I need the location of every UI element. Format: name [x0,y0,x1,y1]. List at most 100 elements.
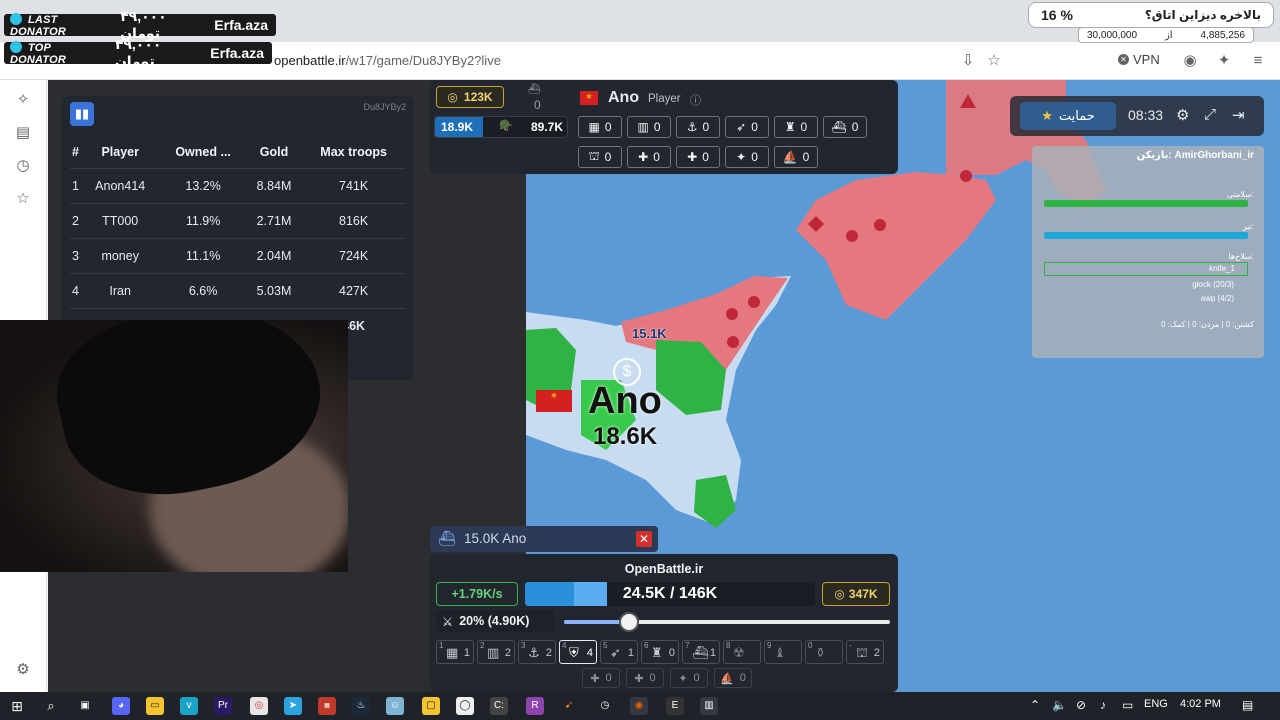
app-fish-icon[interactable]: ➹ [560,697,578,715]
app-circle-icon[interactable]: ◯ [456,697,474,715]
app-box-icon[interactable]: ▥ [700,697,718,715]
network-icon[interactable]: ▭ [1122,698,1133,712]
count: 0 [693,672,700,684]
settings-gear-icon[interactable]: ⚙ [13,660,33,680]
atom-bomb-button[interactable]: ✚ 0 [582,668,620,688]
boat-icon: ⛴ [528,84,541,95]
col-owned[interactable]: Owned ... [160,136,247,168]
search-icon[interactable]: ⌕ [42,697,60,715]
build-fort-button[interactable]: - ⛫ 2 [846,640,884,664]
port-count: ⚓ 0 [676,116,720,138]
col-gold[interactable]: Gold [247,136,302,168]
col-max-troops[interactable]: Max troops [301,136,406,168]
attack-amount: 15.0K [464,531,500,546]
tray-chevron-icon[interactable]: ⌃ [1030,698,1040,712]
epic-games-icon[interactable]: E [666,697,684,715]
volume-icon[interactable]: 🔈 [1052,698,1067,712]
city-marker [960,170,972,182]
attack-ratio-slider[interactable] [564,612,890,632]
bar-chart-icon[interactable]: ▮▮ [70,102,94,126]
build-nuke-button[interactable]: 8 ☢ [723,640,761,664]
build-silo-button[interactable]: 0 ⚱ [805,640,843,664]
extensions-icon[interactable]: ✦ [1214,51,1234,71]
install-icon[interactable]: ⇩ [958,51,978,71]
kill-stats: کشتن: 0 | مردن: 0 | کمک: 0 [1161,320,1254,329]
coin-icon: ◎ [834,587,845,601]
attack-text: 15.0K Ano [464,531,526,546]
app-v-icon[interactable]: v [180,697,198,715]
atom-bomb-count: ✚ 0 [627,146,671,168]
slider-knob[interactable] [619,612,640,632]
task-view-icon[interactable]: ▣ [76,697,94,715]
build-factory-button[interactable]: 2 ▥ 2 [477,640,515,664]
info-icon[interactable]: ⓘ [690,92,701,108]
control-panel: OpenBattle.ir +1.79K/s 24.5K / 146K ◎ 347… [430,554,898,692]
hydrogen-bomb-button[interactable]: ✚ 0 [626,668,664,688]
settings-gear-icon[interactable]: ⚙ [1176,106,1189,124]
goal-of: از [1164,29,1173,41]
table-row[interactable]: 1 Anon414 13.2% 8.84M 741K [70,167,406,203]
build-missile-button[interactable]: 5 ➶ 1 [600,640,638,664]
build-defense-button[interactable]: 4 ⛨ 4 [559,640,597,664]
premiere-icon[interactable]: Pr [214,697,232,715]
table-row[interactable]: 4 Iran 6.6% 5.03M 427K [70,272,406,308]
build-sam-button[interactable]: 6 ♜ 0 [641,640,679,664]
health-label: سلامتی: [1226,190,1254,199]
windows-start-icon[interactable]: ⊞ [8,697,26,715]
app-red-icon[interactable]: ▦ [318,697,336,715]
steam-icon[interactable]: ♨ [352,697,370,715]
chrome-icon[interactable]: ◎ [250,697,268,715]
goal-title: بالاخره دیزاین اتاق؟ [1144,8,1261,22]
notifications-icon[interactable]: ▤ [1242,698,1253,712]
language-indicator[interactable]: ENG [1144,698,1168,710]
goal-target: 30,000,000 [1087,29,1138,41]
profile-icon[interactable]: ◉ [1180,51,1200,71]
transport-button[interactable]: ⛵ 0 [714,668,752,688]
terminal-icon[interactable]: C: [490,697,508,715]
app-circle2-icon[interactable]: ◷ [596,697,614,715]
warship-count: ⛴ 0 [823,116,867,138]
wallet-icon[interactable]: ▤ [13,123,33,143]
weapon-3: awp (4/2) [1200,294,1234,303]
ai-sparkle-icon[interactable]: ✧ [13,90,33,110]
close-icon[interactable]: ✕ [636,531,652,547]
health-bar [1044,200,1248,207]
build-city-button[interactable]: 1 ▦ 1 [436,640,474,664]
support-button[interactable]: ★ حمایت [1020,102,1116,130]
last-donator-banner: LAST DONATOR ۴۹,۰۰۰ تومان Erfa.aza [4,8,276,41]
url-field[interactable]: openbattle.ir/w17/game/Du8JYBy2?live [274,53,501,68]
windows-taskbar: ⊞ ⌕ ▣ ◕ ▭ v Pr ◎ ➤ ▦ ♨ ☺ ▢ ◯ C: R ➹ ◷ ◉ … [0,692,1280,720]
build-port-button[interactable]: 3 ⚓ 2 [518,640,556,664]
col-player[interactable]: Player [81,136,160,168]
city-icon: ▦ [588,120,600,134]
mic-icon[interactable]: ♪ [1100,698,1106,712]
exit-icon[interactable]: ⇥ [1232,106,1245,124]
app-figure-icon[interactable]: ☺ [386,697,404,715]
mute-icon[interactable]: ⊘ [1076,698,1086,712]
star-icon: ★ [1041,108,1053,123]
firefox-icon[interactable]: ◉ [630,697,648,715]
bookmark-star-icon[interactable]: ☆ [984,51,1004,71]
build-warship-button[interactable]: 7 ⛴ 1 [682,640,720,664]
defense-count: ⛫ 0 [578,146,622,168]
fullscreen-icon[interactable]: ⤢ [1204,106,1216,123]
mirv-button[interactable]: ✦ 0 [670,668,708,688]
table-row[interactable]: 3 money 11.1% 2.04M 724K [70,237,406,273]
app-r-icon[interactable]: R [526,697,544,715]
discord-icon[interactable]: ◕ [112,697,130,715]
build-count: 2 [545,647,552,659]
build-tree-button[interactable]: 9 ♝ [764,640,802,664]
missile-icon: ➶ [610,645,621,660]
file-explorer-icon[interactable]: ▭ [146,697,164,715]
col-rank[interactable]: # [70,136,81,168]
telegram-icon[interactable]: ➤ [284,697,302,715]
webcam-feed [0,320,348,572]
favorites-star-icon[interactable]: ☆ [13,189,33,209]
table-row[interactable]: 2 TT000 11.9% 2.71M 816K [70,202,406,238]
gold-chip: ◎ 123K [436,86,504,108]
app-yellow-icon[interactable]: ▢ [422,697,440,715]
history-icon[interactable]: ◷ [13,156,33,176]
vpn-button[interactable]: ✕ VPN [1118,52,1160,67]
menu-icon[interactable]: ≡ [1248,51,1268,71]
clock[interactable]: 4:02 PM [1180,698,1221,710]
